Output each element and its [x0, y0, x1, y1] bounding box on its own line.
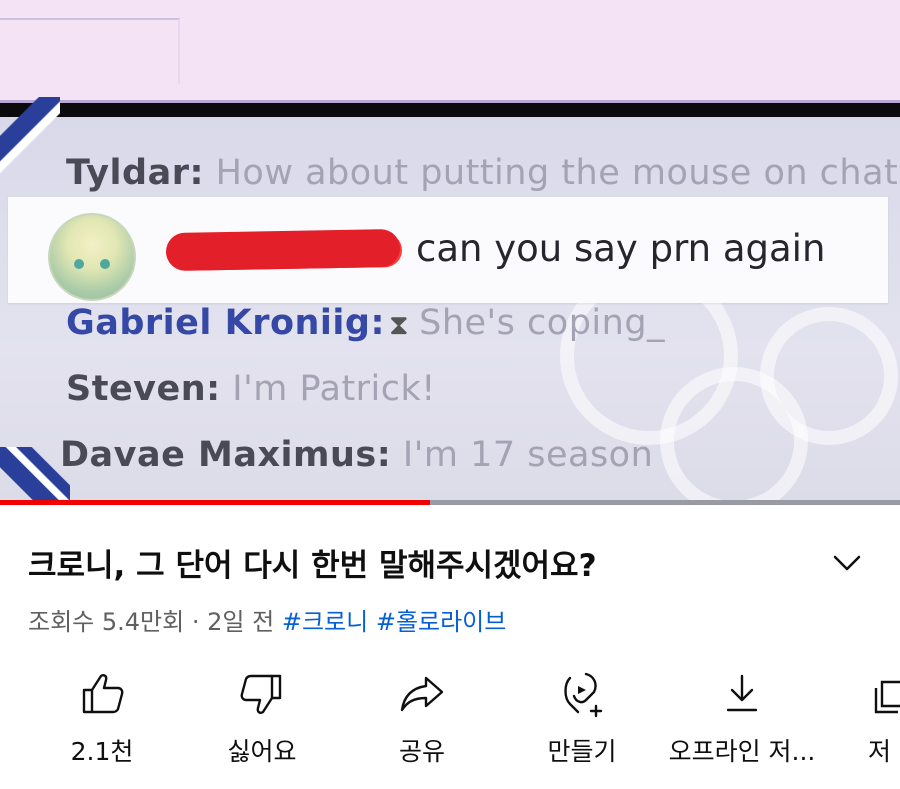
chat-line: Steven: I'm Patrick!: [66, 369, 436, 409]
redacted-username: [167, 230, 399, 270]
chat-line: Davae Maximus: I'm 17 season: [60, 435, 653, 475]
video-progress-fill: [0, 500, 431, 505]
video-progress-bar[interactable]: [0, 500, 900, 505]
download-label: 오프라인 저...: [668, 737, 816, 766]
share-button[interactable]: 공유: [352, 668, 492, 768]
remix-label: 만들기: [547, 737, 617, 766]
download-icon: [726, 674, 758, 712]
chat-author: Tyldar:: [66, 153, 204, 193]
download-button[interactable]: 오프라인 저...: [658, 668, 826, 768]
video-letterbox-bar: [0, 103, 900, 117]
chat-author: Davae Maximus:: [60, 435, 392, 475]
remix-icon: [564, 672, 603, 718]
video-title[interactable]: 크로니, 그 단어 다시 한번 말해주시겠어요?: [28, 540, 597, 585]
hashtag-link[interactable]: #홀로라이브: [376, 608, 507, 636]
chat-message: I'm Patrick!: [232, 369, 436, 409]
hashtag-link[interactable]: #크로니: [282, 608, 368, 636]
remix-button[interactable]: 만들기: [512, 668, 652, 768]
video-meta[interactable]: 조회수 5.4만회 · 2일 전 #크로니 #홀로라이브: [28, 602, 506, 637]
meta-separator: ·: [191, 608, 200, 636]
decorative-stripe: [0, 97, 60, 177]
thumbs-up-icon: [82, 674, 124, 714]
video-player[interactable]: Tyldar: How about putting the mouse on c…: [0, 0, 900, 505]
share-label: 공유: [398, 737, 445, 766]
chat-message: I'm 17 season: [402, 435, 654, 475]
view-count: 조회수 5.4만회: [28, 608, 185, 636]
like-count: 2.1천: [70, 737, 134, 766]
chat-author: Gabriel Kroniig:: [66, 303, 385, 343]
save-icon: [874, 680, 900, 714]
dislike-label: 싫어요: [227, 737, 297, 766]
save-label: 저: [868, 737, 892, 766]
video-top-panel: [0, 18, 180, 84]
video-top-band: [0, 0, 900, 103]
dislike-button[interactable]: 싫어요: [192, 668, 332, 768]
chevron-down-icon[interactable]: [832, 553, 862, 573]
like-button[interactable]: 2.1천: [32, 668, 172, 768]
background-ornament: [760, 307, 898, 445]
save-button[interactable]: 저: [868, 668, 900, 768]
highlighted-message-text: can you say prn again: [416, 227, 826, 270]
thumbs-down-icon: [240, 674, 282, 714]
chat-message: How about putting the mouse on chat: [215, 153, 899, 193]
highlighted-chat-message: can you say prn again: [8, 197, 888, 303]
hourglass-icon: ⧗: [388, 308, 410, 341]
share-icon: [400, 676, 444, 712]
upload-age: 2일 전: [207, 608, 275, 636]
chat-line: Gabriel Kroniig: ⧗ She's coping_: [66, 303, 665, 343]
avatar: [48, 213, 136, 301]
video-chat-overlay: Tyldar: How about putting the mouse on c…: [0, 97, 900, 505]
chat-author: Steven:: [66, 369, 221, 409]
chat-message: She's coping_: [419, 303, 666, 343]
chat-line: Tyldar: How about putting the mouse on c…: [66, 153, 898, 193]
